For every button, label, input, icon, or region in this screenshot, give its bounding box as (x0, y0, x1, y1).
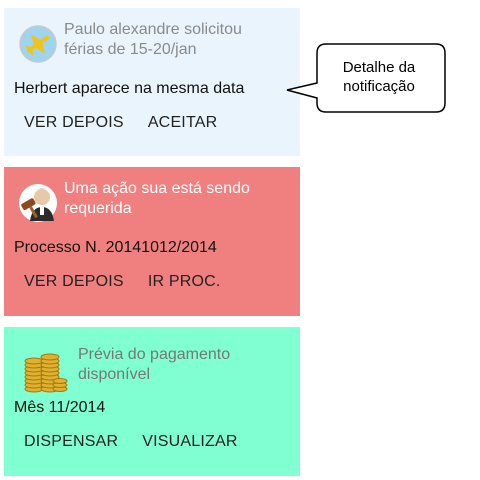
notification-title: Paulo alexandre solicitou férias de 15-2… (64, 21, 242, 58)
notification-card-legal-action: Uma ação sua está sendo requerida Proces… (4, 167, 300, 316)
notification-actions: VER DEPOIS ACEITAR (24, 114, 217, 132)
notification-card-payment: Prévia do pagamento disponível Mês 11/20… (4, 327, 300, 476)
go-to-process-button[interactable]: IR PROC. (148, 273, 221, 291)
notification-actions: VER DEPOIS IR PROC. (24, 273, 221, 291)
notification-card-vacation: Paulo alexandre solicitou férias de 15-2… (4, 8, 300, 156)
notification-header: Paulo alexandre solicitou férias de 15-2… (18, 20, 284, 64)
notification-header: Prévia do pagamento disponível (22, 345, 298, 393)
view-later-button[interactable]: VER DEPOIS (24, 273, 124, 291)
view-later-button[interactable]: VER DEPOIS (24, 114, 124, 132)
notification-header: Uma ação sua está sendo requerida (18, 179, 284, 223)
view-button[interactable]: VISUALIZAR (142, 433, 237, 451)
coins-icon (22, 349, 68, 393)
notification-actions: DISPENSAR VISUALIZAR (24, 433, 238, 451)
notification-title: Prévia do pagamento disponível (78, 346, 231, 383)
notification-detail: Processo N. 20141012/2014 (14, 239, 217, 256)
notification-detail: Herbert aparece na mesma data (14, 80, 245, 97)
notification-title: Uma ação sua está sendo requerida (64, 180, 250, 217)
notification-detail: Mês 11/2014 (14, 399, 106, 416)
dismiss-button[interactable]: DISPENSAR (24, 433, 118, 451)
airplane-icon (18, 24, 58, 64)
judge-gavel-icon (18, 183, 58, 223)
callout-text: Detalhe da notificação (342, 59, 416, 95)
accept-button[interactable]: ACEITAR (148, 114, 218, 132)
